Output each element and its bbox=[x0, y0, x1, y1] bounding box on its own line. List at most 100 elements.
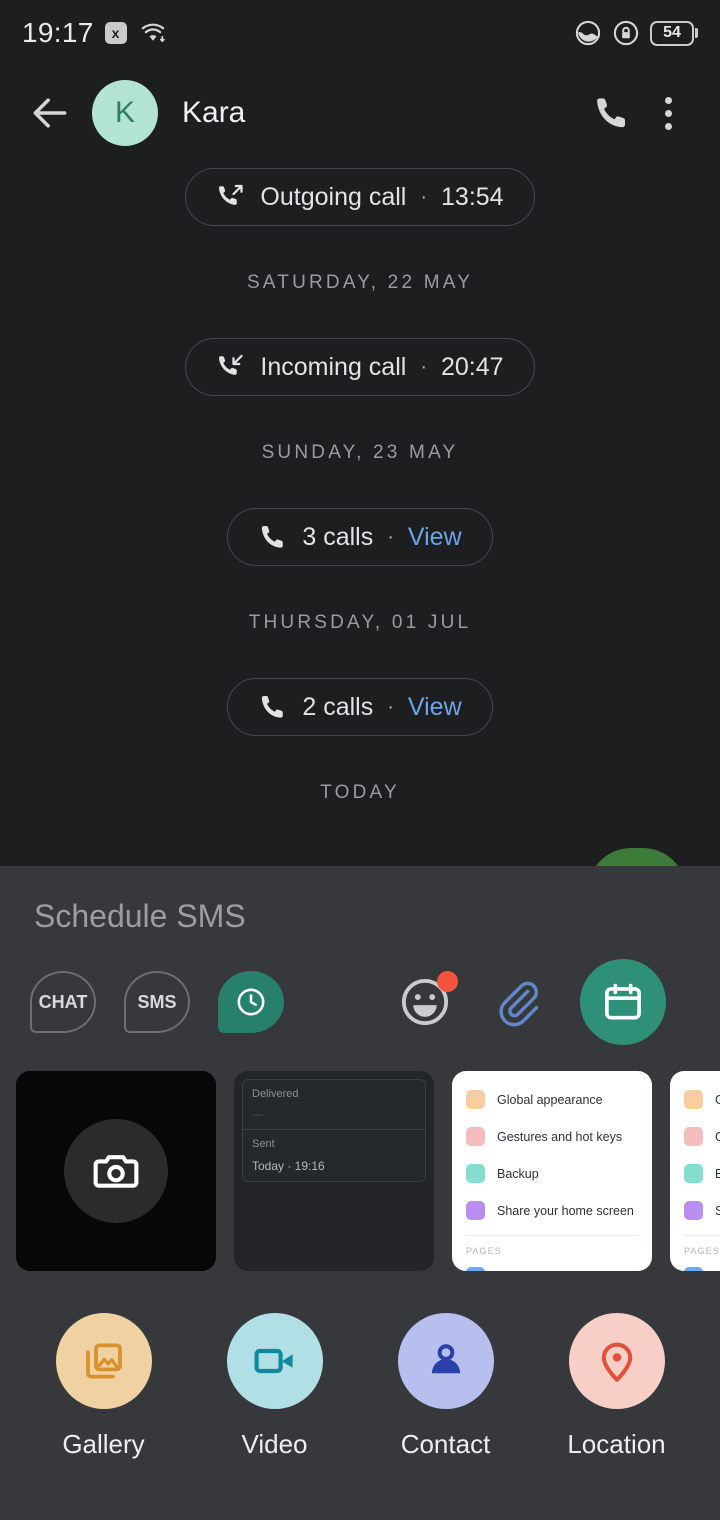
contact-icon bbox=[431, 1344, 460, 1374]
camera-button[interactable] bbox=[64, 1119, 168, 1223]
phone-icon bbox=[597, 98, 625, 128]
sent-label: Sent bbox=[252, 1138, 275, 1150]
camera-icon bbox=[93, 1155, 139, 1188]
chat-thread[interactable]: Outgoing call · 13:54 SATURDAY, 22 MAY I… bbox=[0, 160, 720, 866]
screenshot-card: Delivered --- Sent Today · 19:16 bbox=[242, 1079, 426, 1182]
list-item: Gestures and hot keys bbox=[452, 1118, 652, 1155]
list-item-label: Backup bbox=[497, 1166, 539, 1181]
attach-button[interactable] bbox=[490, 976, 542, 1028]
backup-icon bbox=[466, 1164, 485, 1183]
list-item-label: Global appearance bbox=[715, 1092, 720, 1107]
back-button[interactable] bbox=[24, 87, 76, 139]
list-item: Global appearance bbox=[670, 1081, 720, 1118]
view-link[interactable]: View bbox=[408, 523, 462, 552]
list-item-label: Share your home screen bbox=[497, 1203, 634, 1218]
gestures-icon bbox=[466, 1127, 485, 1146]
list-item: Home page bbox=[670, 1258, 720, 1271]
rotation-lock-icon bbox=[613, 20, 639, 46]
status-bar-right: 54 bbox=[574, 19, 698, 47]
call-log-row: Outgoing call · 13:54 bbox=[0, 168, 720, 226]
call-log-incoming[interactable]: Incoming call · 20:47 bbox=[185, 338, 535, 396]
screenshot-thumbnail-2[interactable]: Global appearance Gestures and hot keys … bbox=[452, 1071, 652, 1271]
call-log-separator: · bbox=[420, 355, 427, 378]
sheet-title: Schedule SMS bbox=[34, 898, 246, 934]
call-log-label: Outgoing call bbox=[260, 182, 407, 211]
screenshot-thumbnail-3[interactable]: Global appearance Gestures and hot keys … bbox=[670, 1071, 720, 1271]
chat-mode-chip[interactable]: CHAT bbox=[30, 971, 96, 1033]
avatar-initial: K bbox=[114, 96, 135, 129]
battery-icon: 54 bbox=[650, 20, 698, 46]
more-vertical-icon bbox=[664, 96, 672, 130]
list-item: Share your home screen bbox=[670, 1192, 720, 1229]
delivered-label: Delivered bbox=[252, 1088, 299, 1100]
call-group-2[interactable]: 2 calls · View bbox=[227, 678, 493, 736]
sheet-right-actions bbox=[398, 959, 690, 1045]
contact-action[interactable]: Contact bbox=[371, 1313, 521, 1460]
call-log-row: 3 calls · View bbox=[0, 508, 720, 566]
avatar[interactable]: K bbox=[92, 80, 158, 146]
section-header: PAGES bbox=[684, 1246, 720, 1256]
list-item-label: Gestures and hot keys bbox=[715, 1129, 720, 1144]
appearance-icon bbox=[466, 1090, 485, 1109]
gallery-action[interactable]: Gallery bbox=[29, 1313, 179, 1460]
app-bar: K Kara bbox=[0, 66, 720, 160]
camera-thumbnail[interactable] bbox=[16, 1071, 216, 1271]
emoji-button[interactable] bbox=[398, 971, 458, 1029]
home-page-icon bbox=[466, 1267, 485, 1271]
sheet-toolbar: CHAT SMS bbox=[0, 935, 720, 1045]
section-header: PAGES bbox=[466, 1246, 502, 1256]
x-box-icon: x bbox=[104, 22, 127, 44]
list-item: Global appearance bbox=[452, 1081, 652, 1118]
call-log-outgoing[interactable]: Outgoing call · 13:54 bbox=[185, 168, 535, 226]
page-title[interactable]: Kara bbox=[182, 96, 584, 130]
list-item: Home page bbox=[452, 1258, 652, 1271]
status-bar-left: 19:17 x bbox=[22, 17, 168, 49]
screenshot-thumbnail-1[interactable]: Delivered --- Sent Today · 19:16 bbox=[234, 1071, 434, 1271]
dashes-label: --- bbox=[252, 1109, 263, 1121]
battery-level: 54 bbox=[650, 20, 694, 46]
sms-mode-label: SMS bbox=[137, 991, 177, 1012]
call-log-row: 2 calls · View bbox=[0, 678, 720, 736]
video-action[interactable]: Video bbox=[200, 1313, 350, 1460]
back-arrow-icon bbox=[33, 98, 67, 128]
attachment-actions: Gallery Video Contact Location bbox=[0, 1271, 720, 1460]
call-log-label: Incoming call bbox=[260, 352, 407, 381]
list-item: Share your home screen bbox=[452, 1192, 652, 1229]
outgoing-call-icon bbox=[219, 184, 244, 205]
gallery-action-label: Gallery bbox=[62, 1429, 145, 1459]
video-icon bbox=[253, 1348, 293, 1374]
phone-icon bbox=[262, 526, 284, 548]
data-saver-icon bbox=[575, 20, 601, 46]
appearance-icon bbox=[684, 1090, 703, 1109]
call-group-3[interactable]: 3 calls · View bbox=[227, 508, 493, 566]
message-bubble[interactable]: Hi bbox=[587, 848, 686, 866]
list-item-label: Gestures and hot keys bbox=[497, 1129, 623, 1144]
incoming-call-icon bbox=[219, 354, 244, 375]
sent-timestamp: Today · 19:16 bbox=[252, 1159, 325, 1173]
date-separator: THURSDAY, 01 JUL bbox=[248, 612, 472, 633]
view-link[interactable]: View bbox=[408, 693, 462, 722]
date-separator: SUNDAY, 23 MAY bbox=[261, 442, 459, 463]
gestures-icon bbox=[684, 1127, 703, 1146]
media-thumbnail-strip[interactable]: Delivered --- Sent Today · 19:16 Global … bbox=[0, 1045, 720, 1271]
location-action[interactable]: Location bbox=[542, 1313, 692, 1460]
wifi-icon bbox=[141, 23, 165, 42]
location-icon bbox=[601, 1342, 632, 1382]
call-log-separator: · bbox=[387, 695, 394, 718]
calendar-button[interactable] bbox=[580, 959, 666, 1045]
overflow-menu-button[interactable] bbox=[640, 85, 696, 141]
date-separator: SATURDAY, 22 MAY bbox=[246, 272, 474, 293]
phone-screen: 19:17 x 54 K Kara Outgoing call · 13:54 … bbox=[0, 0, 720, 1520]
phone-icon bbox=[262, 696, 284, 718]
paperclip-icon bbox=[499, 981, 539, 1027]
message-row-outgoing: Hi bbox=[0, 848, 720, 866]
list-item-label: Global appearance bbox=[497, 1092, 603, 1107]
video-action-label: Video bbox=[241, 1429, 308, 1459]
location-action-circle bbox=[568, 1313, 665, 1409]
schedule-mode-chip[interactable] bbox=[218, 971, 284, 1033]
sms-mode-chip[interactable]: SMS bbox=[124, 971, 190, 1033]
home-page-icon bbox=[684, 1267, 703, 1271]
call-button[interactable] bbox=[584, 85, 640, 141]
clock-icon bbox=[237, 988, 265, 1016]
emoji-badge bbox=[437, 971, 458, 992]
